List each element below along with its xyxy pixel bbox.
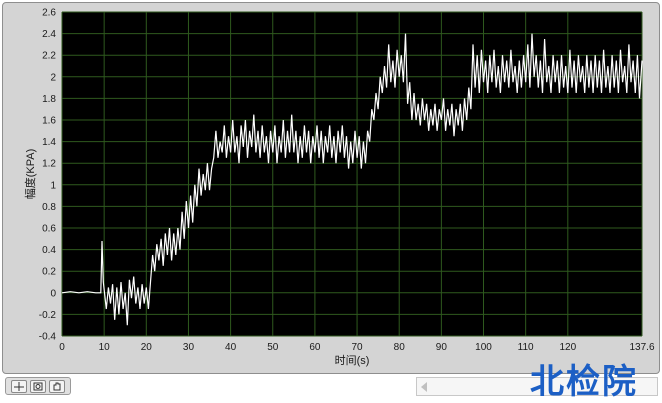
y-tick-label: 0.6	[42, 224, 56, 235]
x-tick-label: 20	[141, 342, 153, 353]
y-tick-label: 2.6	[42, 8, 56, 19]
watermark-logo: 北检院	[530, 362, 638, 402]
x-axis-ticks: 0 10 20 30 40 50 60 70 80 90 100 110 120 137.6	[59, 342, 655, 353]
y-tick-label: 0.2	[42, 267, 56, 278]
graph-palette	[5, 377, 71, 395]
y-tick-label: 2	[50, 72, 56, 83]
y-tick-label: 0	[50, 288, 56, 299]
y-tick-label: 1	[50, 180, 56, 191]
y-tick-label: 1.4	[42, 137, 56, 148]
waveform-chart: 0 10 20 30 40 50 60 70 80 90 100 110 120 137.6 -0.4-0…	[23, 8, 655, 368]
x-tick-label: 10	[99, 342, 111, 353]
x-axis-title: 时间(s)	[335, 354, 370, 367]
x-tick-label: 0	[59, 342, 65, 353]
x-tick-label: 137.6	[629, 342, 654, 353]
x-tick-label: 60	[309, 342, 321, 353]
x-tick-label: 50	[267, 342, 279, 353]
x-tick-label: 30	[183, 342, 195, 353]
zoom-tool-icon[interactable]	[29, 379, 46, 393]
x-tick-label: 80	[394, 342, 406, 353]
y-tick-label: 1.2	[42, 159, 56, 170]
cursor-tool-icon[interactable]	[10, 379, 27, 393]
y-tick-label: 2.4	[42, 29, 56, 40]
x-tick-label: 40	[225, 342, 237, 353]
pan-hand-icon[interactable]	[49, 379, 66, 393]
x-tick-label: 70	[351, 342, 363, 353]
y-tick-label: 2.2	[42, 51, 56, 62]
y-tick-label: 0.4	[42, 245, 56, 256]
x-tick-label: 100	[475, 342, 492, 353]
y-tick-label: 0.8	[42, 202, 56, 213]
y-tick-label: -0.2	[39, 310, 57, 321]
plot-area	[62, 12, 642, 336]
y-tick-label: 1.8	[42, 94, 56, 105]
y-axis-title: 幅度(KPA)	[23, 149, 37, 200]
scroll-left-arrow-icon[interactable]	[421, 382, 427, 392]
y-tick-label: 1.6	[42, 116, 56, 127]
x-tick-label: 90	[436, 342, 448, 353]
x-tick-label: 120	[559, 342, 576, 353]
y-axis-ticks: -0.4 -0.2 0 0.2 0.4 0.6 0.8 1 1.2 1.4 1.6 1.8 2 2.2 2.…	[39, 8, 57, 343]
x-tick-label: 110	[518, 342, 534, 353]
y-tick-label: -0.4	[39, 332, 57, 343]
